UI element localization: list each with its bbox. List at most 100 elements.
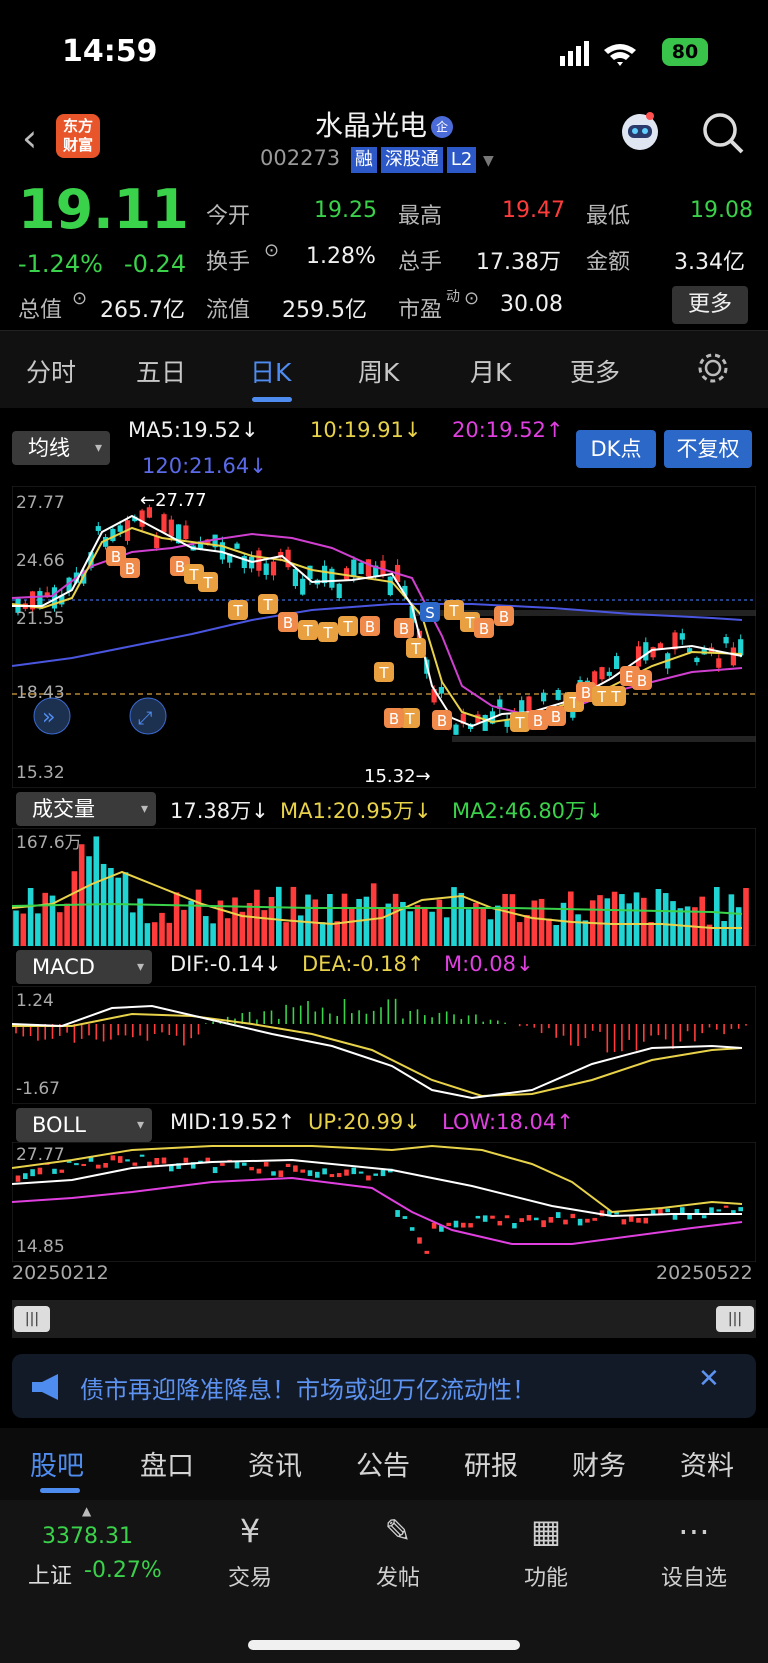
stock-subtitle[interactable]: 002273 融深股通 L2 ▼ <box>260 146 494 173</box>
tab-more[interactable]: 更多 <box>570 353 620 389</box>
news-banner[interactable]: 债市再迎降准降息！市场或迎万亿流动性！ ✕ <box>12 1354 756 1418</box>
boll-candle <box>351 1167 357 1175</box>
volume-bar <box>633 892 640 946</box>
boll-select[interactable]: BOLL <box>16 1108 152 1142</box>
ma5-legend: MA5:19.52↓ <box>128 418 259 442</box>
volume-bar <box>20 913 27 946</box>
boll-candle <box>621 1219 627 1225</box>
boll-candle <box>81 1163 86 1167</box>
boll-candle <box>52 1168 57 1174</box>
volume-bar <box>334 921 340 946</box>
post-button[interactable]: ✎ 发帖 <box>348 1512 448 1592</box>
settings-gear-icon[interactable] <box>696 351 730 385</box>
candle-body <box>614 656 620 670</box>
boll-up-line <box>12 1144 743 1214</box>
volume-bar <box>57 912 63 946</box>
signal-badge-letter: T <box>464 614 475 632</box>
index-pct[interactable]: -0.27% <box>84 1558 162 1583</box>
tab-intraday[interactable]: 分时 <box>26 353 76 389</box>
functions-button[interactable]: ▦ 功能 <box>496 1512 596 1592</box>
range-handle-left[interactable]: ||| <box>14 1306 50 1332</box>
high-value: 19.47 <box>502 198 565 223</box>
volume-bar <box>553 925 559 946</box>
volume-bar <box>473 902 479 946</box>
boll-candle <box>132 1162 138 1166</box>
candle-body <box>606 671 612 676</box>
fullscreen-arrows-glyph: ⤢ <box>138 708 153 729</box>
tab-monthly-k[interactable]: 月K <box>470 353 511 389</box>
dk-point-button[interactable]: DK点 <box>576 430 656 468</box>
open-value: 19.25 <box>314 198 377 223</box>
no-adjust-button[interactable]: 不复权 <box>664 430 752 468</box>
boll-candle <box>490 1215 495 1219</box>
boll-mid: MID:19.52↑ <box>170 1110 296 1134</box>
volume-select[interactable]: 成交量 <box>16 792 156 826</box>
volume-bar <box>699 896 705 946</box>
volume-bar <box>224 918 231 946</box>
boll-candle <box>475 1215 481 1219</box>
tab-5day[interactable]: 五日 <box>136 353 186 389</box>
signal-badge-letter: T <box>202 574 213 592</box>
info-icon[interactable]: ⊙ <box>264 240 279 261</box>
volume-bar <box>414 905 421 946</box>
close-icon[interactable]: ✕ <box>698 1364 720 1394</box>
volume-bar <box>35 913 41 946</box>
boll-chart: 27.77 14.85 <box>12 1142 756 1262</box>
macd-y-top: 1.24 <box>16 991 54 1011</box>
volume-bar <box>436 899 443 946</box>
tab-announcements[interactable]: 公告 <box>356 1444 410 1483</box>
search-icon[interactable] <box>700 110 746 156</box>
candle-body <box>643 642 649 661</box>
tag-margin: 融 <box>350 147 377 173</box>
volume-bar <box>407 911 413 946</box>
info-icon[interactable]: ⊙ <box>72 288 87 309</box>
candle-body <box>482 715 488 731</box>
index-value[interactable]: 3378.31 <box>42 1524 133 1549</box>
volume-bar <box>188 900 194 946</box>
candle-body <box>694 657 700 663</box>
tab-research[interactable]: 研报 <box>464 1444 518 1483</box>
boll-candle <box>263 1162 269 1167</box>
tab-daily-k[interactable]: 日K <box>250 353 291 389</box>
y-axis-4: 18.43 <box>16 683 65 703</box>
signal-badge-letter: B <box>125 560 135 578</box>
volume-bar <box>283 922 289 946</box>
ma-select[interactable]: 均线 <box>12 431 110 465</box>
boll-candle <box>161 1157 167 1164</box>
tab-forum[interactable]: 股吧 <box>30 1444 84 1483</box>
volume-bar <box>465 909 472 946</box>
info-icon[interactable]: ⊙ <box>464 288 479 309</box>
robot-assistant-icon[interactable] <box>616 108 664 156</box>
enterprise-badge: 企 <box>431 116 453 138</box>
stock-header: ‹ 东方财富 水晶光电企 002273 融深股通 L2 ▼ <box>0 100 768 180</box>
volume-bar <box>305 894 311 946</box>
battery-indicator: 80 <box>662 38 708 66</box>
tab-orderbook[interactable]: 盘口 <box>140 1444 194 1483</box>
macd-select[interactable]: MACD <box>16 950 152 984</box>
more-button[interactable]: 更多 <box>672 286 748 324</box>
boll-candle <box>380 1169 386 1177</box>
boll-candle <box>293 1165 298 1172</box>
range-scroller[interactable] <box>12 1300 756 1338</box>
tab-finance[interactable]: 财务 <box>572 1444 626 1483</box>
boll-candle <box>315 1171 320 1178</box>
kline-chart[interactable]: BB B T TT TB T T T B BTTB BTS TT BBT B BTB T TB B » ⤢ 27.… <box>12 486 756 788</box>
trade-button[interactable]: ¥ 交易 <box>200 1512 300 1592</box>
candle-body <box>300 578 306 595</box>
volume-bar <box>509 894 516 946</box>
tag-connect: 深股通 <box>380 147 443 173</box>
index-name[interactable]: 上证 <box>28 1558 72 1590</box>
volume-bar <box>648 922 654 946</box>
tab-weekly-k[interactable]: 周K <box>358 353 399 389</box>
tab-news[interactable]: 资讯 <box>248 1444 302 1483</box>
functions-label: 功能 <box>523 1566 568 1591</box>
range-handle-right[interactable]: ||| <box>716 1306 754 1332</box>
date-end: 20250522 <box>656 1262 753 1284</box>
tab-profile[interactable]: 资料 <box>680 1444 734 1483</box>
watchlist-button[interactable]: ⋯ 设自选 <box>644 1512 744 1592</box>
boll-candle <box>110 1155 116 1161</box>
volume-bar <box>86 856 92 946</box>
mcap-value: 265.7亿 <box>100 298 185 323</box>
macd-dif: DIF:-0.14↓ <box>170 952 282 976</box>
candle-body <box>351 559 357 577</box>
